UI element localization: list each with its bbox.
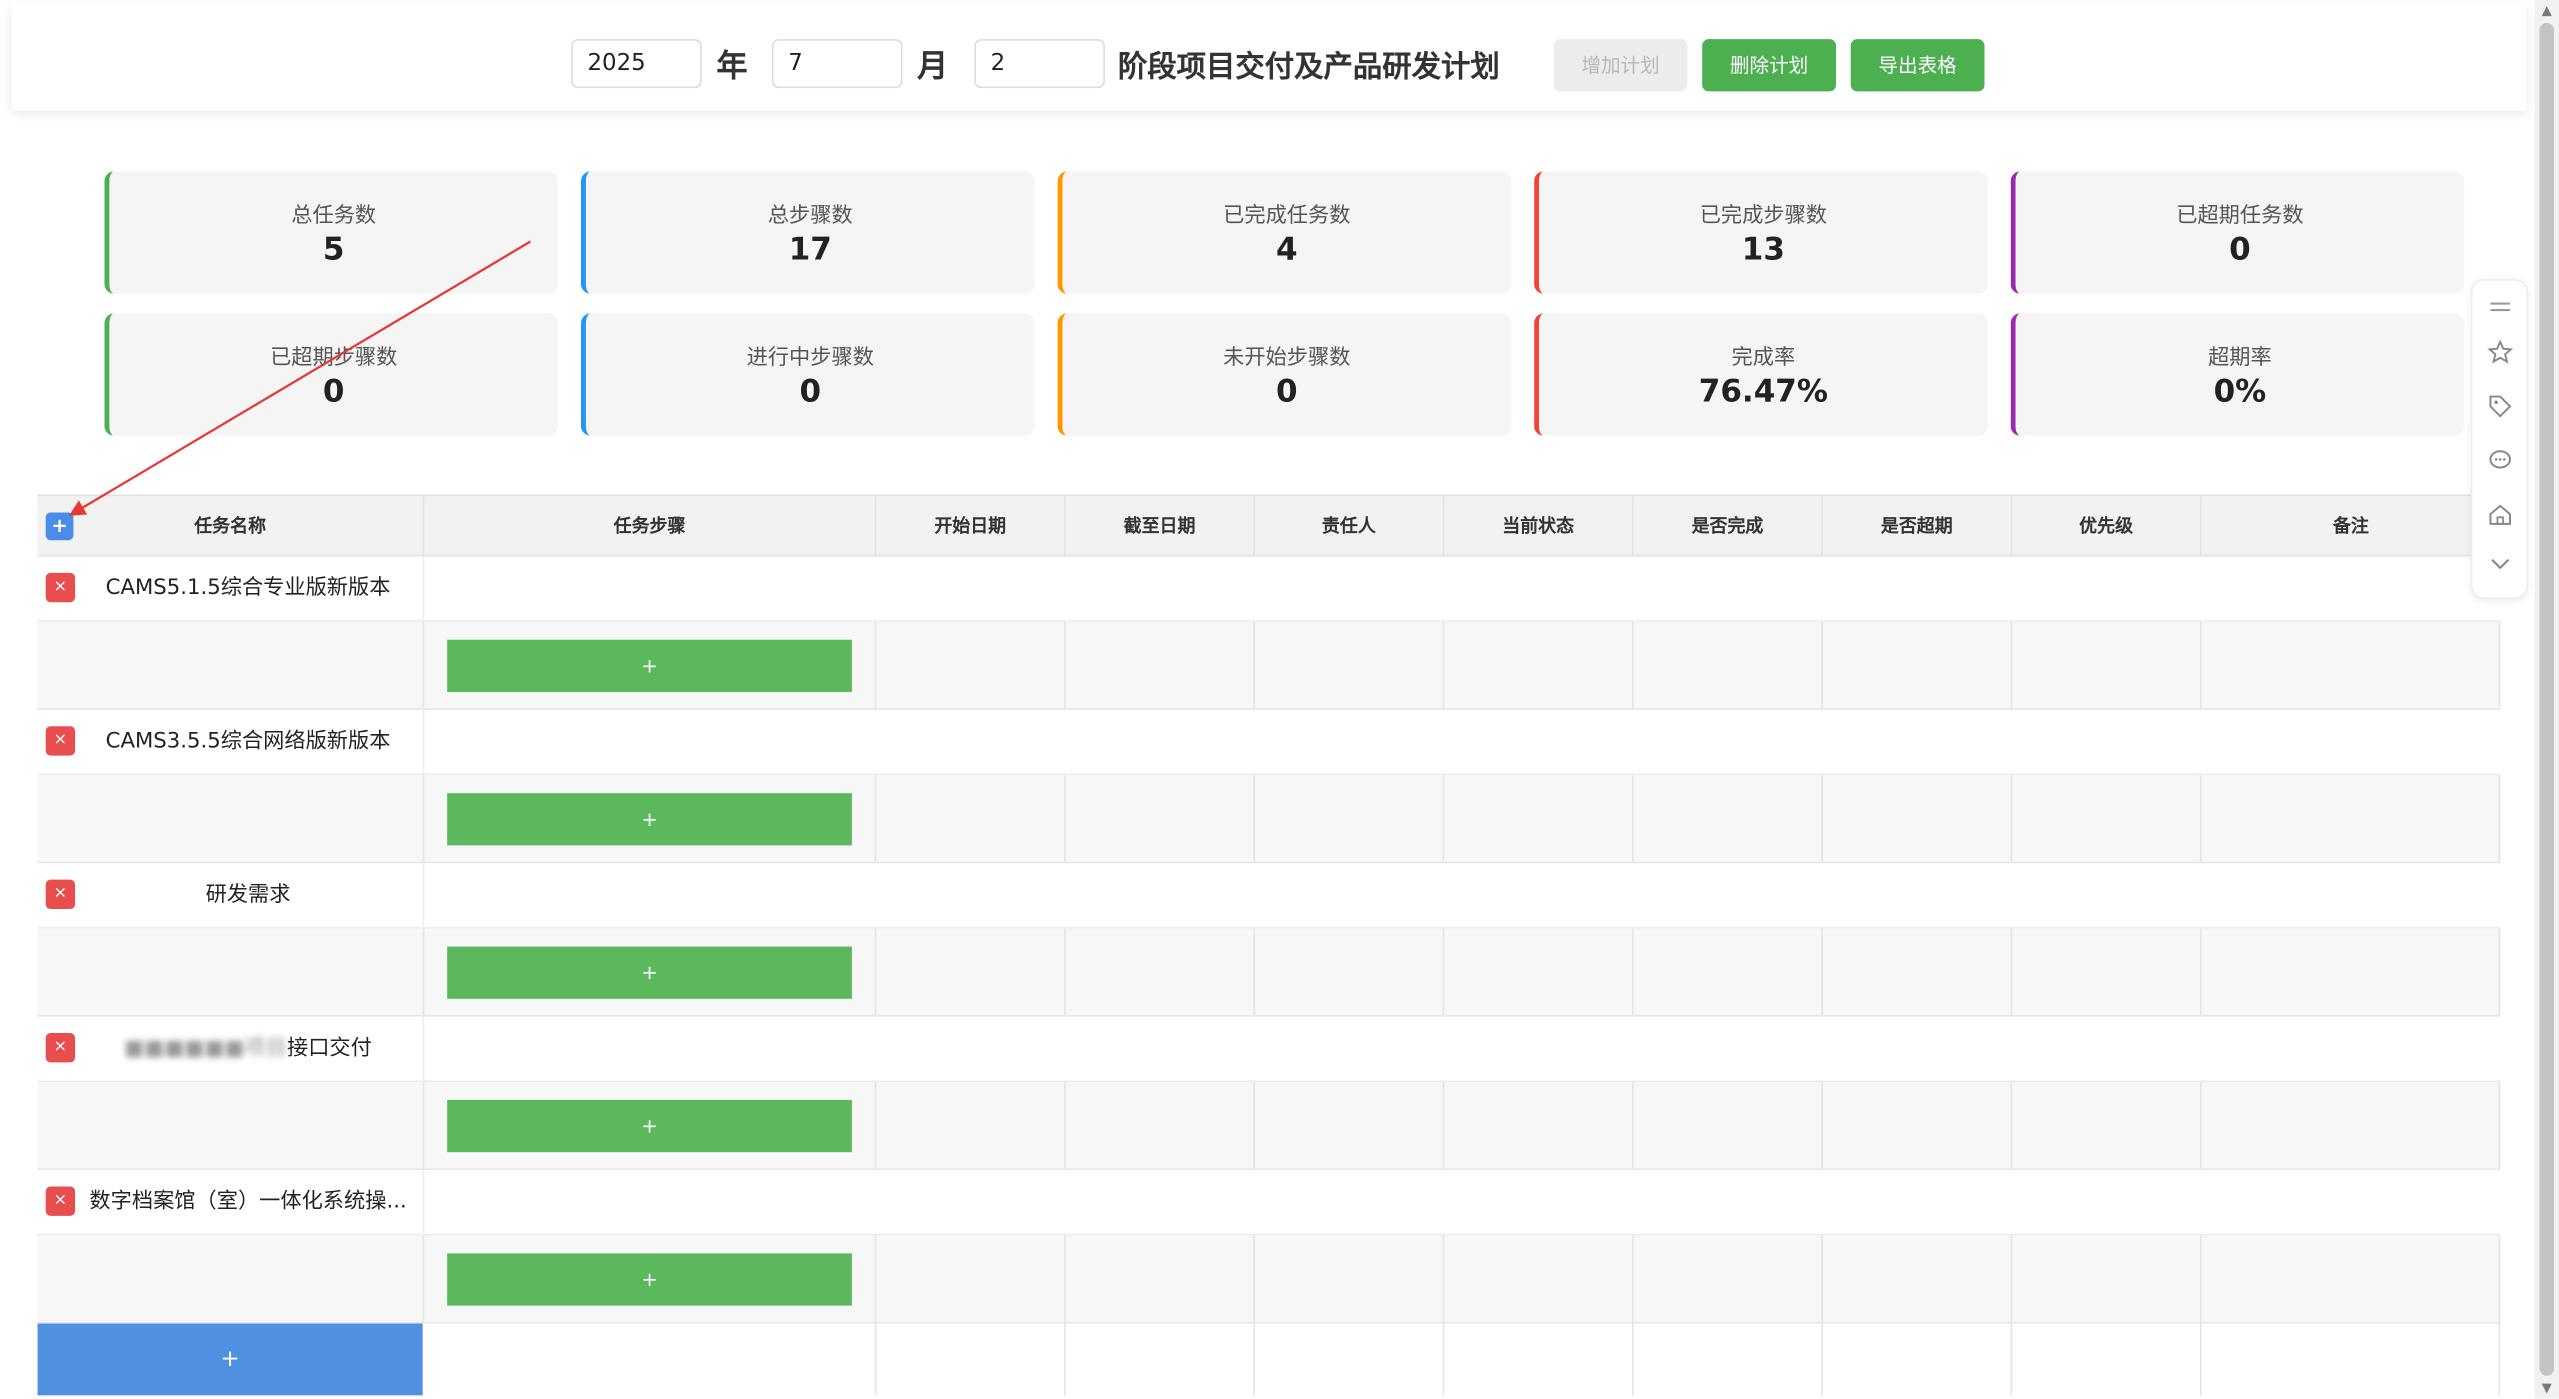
annotation-arrow bbox=[69, 240, 531, 516]
annotation-arrow-line bbox=[69, 240, 531, 516]
page: 2025 年 7 月 2 阶段项目交付及产品研发计划 增加计划 删除计划 导出表… bbox=[0, 0, 2559, 1399]
